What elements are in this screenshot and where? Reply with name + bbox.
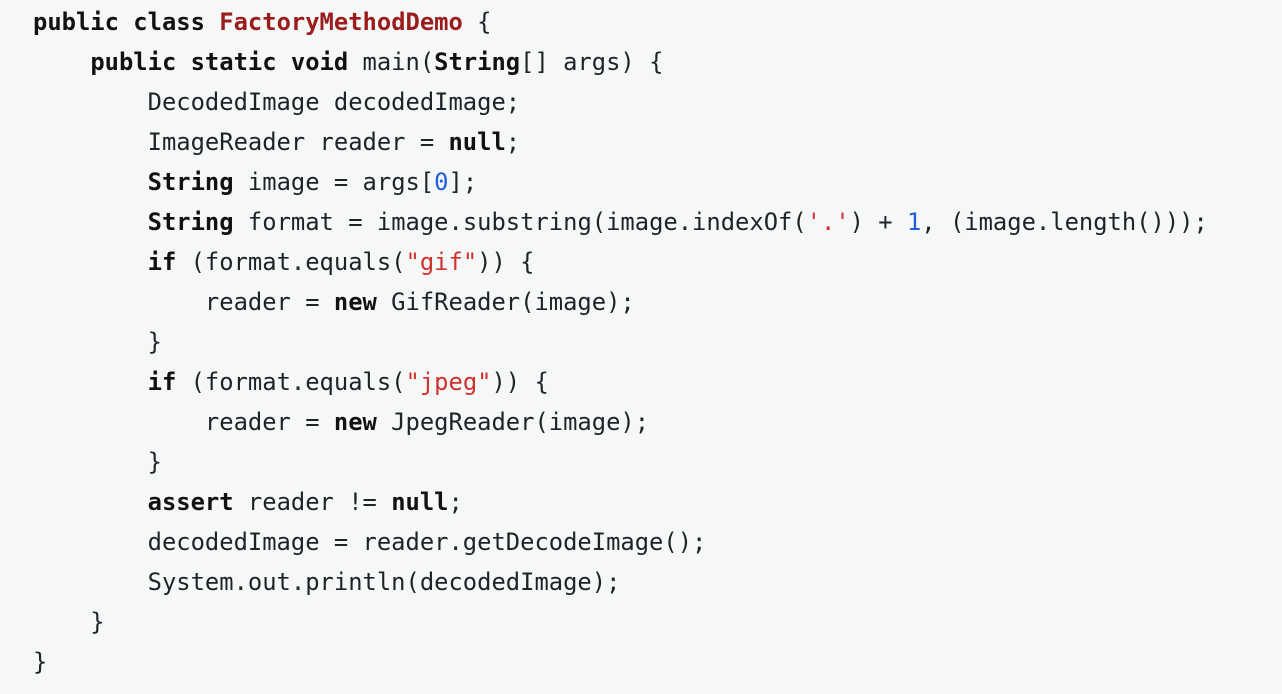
code-token-kw: assert — [147, 488, 234, 516]
code-token: reader = — [33, 408, 334, 436]
code-token-type: String — [434, 48, 521, 76]
code-token: } — [33, 648, 48, 676]
code-token: System.out.println(decodedImage); — [33, 568, 621, 596]
code-token: GifReader(image); — [376, 288, 635, 316]
code-line: reader = new JpegReader(image); — [0, 402, 1282, 442]
code-token: } — [33, 328, 162, 356]
code-token-kw: public static void — [90, 48, 363, 76]
code-line: } — [0, 602, 1282, 642]
code-token: format = image.substring(image.indexOf( — [233, 208, 807, 236]
code-line: decodedImage = reader.getDecodeImage(); — [0, 522, 1282, 562]
code-token: , (image.length())); — [921, 208, 1208, 236]
code-token-kw: public class — [33, 8, 220, 36]
code-line: reader = new GifReader(image); — [0, 282, 1282, 322]
code-token: ]; — [448, 168, 478, 196]
code-token: (format.equals( — [176, 248, 406, 276]
code-block: public class FactoryMethodDemo { public … — [0, 0, 1282, 694]
code-line: } — [0, 442, 1282, 482]
code-token: { — [462, 8, 492, 36]
code-line: System.out.println(decodedImage); — [0, 562, 1282, 602]
code-token-kw: new — [333, 408, 377, 436]
code-token: ; — [505, 128, 521, 156]
code-line: public static void main(String[] args) { — [0, 42, 1282, 82]
code-line: if (format.equals("gif")) { — [0, 242, 1282, 282]
code-token-kw: if — [147, 368, 177, 396]
code-token: ) + — [849, 208, 907, 236]
code-token: ; — [448, 488, 463, 516]
code-token: )) { — [477, 248, 535, 276]
code-line: public class FactoryMethodDemo { — [0, 2, 1282, 42]
code-token-kw: new — [333, 288, 377, 316]
code-token: ImageReader reader = — [33, 128, 449, 156]
code-token: (format.equals( — [176, 368, 406, 396]
code-token: DecodedImage decodedImage; — [33, 88, 521, 116]
code-token: JpegReader(image); — [376, 408, 650, 436]
code-token-str: '.' — [806, 208, 850, 236]
code-line: DecodedImage decodedImage; — [0, 82, 1282, 122]
code-token-kw: if — [147, 248, 177, 276]
code-token: )) { — [491, 368, 549, 396]
code-line: ImageReader reader = null; — [0, 122, 1282, 162]
code-line: String image = args[0]; — [0, 162, 1282, 202]
code-line: String format = image.substring(image.in… — [0, 202, 1282, 242]
code-token: reader = — [33, 288, 334, 316]
code-token: main( — [362, 48, 435, 76]
code-token-kw: null — [391, 488, 449, 516]
code-token-num: 1 — [906, 208, 922, 236]
code-token: } — [33, 608, 105, 636]
code-token-str: "gif" — [405, 248, 478, 276]
code-line: if (format.equals("jpeg")) { — [0, 362, 1282, 402]
code-token: decodedImage = reader.getDecodeImage(); — [33, 528, 707, 556]
code-token: image = args[ — [233, 168, 435, 196]
code-token-kw: null — [448, 128, 506, 156]
code-token-num: 0 — [434, 168, 449, 196]
code-token: } — [33, 448, 162, 476]
code-token-type: String — [147, 208, 234, 236]
code-token: reader != — [233, 488, 392, 516]
code-line: } — [0, 322, 1282, 362]
code-line: } — [0, 642, 1282, 682]
code-token-title: FactoryMethodDemo — [219, 8, 463, 36]
code-token: [] args) { — [520, 48, 664, 76]
code-token-type: String — [147, 168, 234, 196]
code-token-str: "jpeg" — [405, 368, 492, 396]
code-line: assert reader != null; — [0, 482, 1282, 522]
